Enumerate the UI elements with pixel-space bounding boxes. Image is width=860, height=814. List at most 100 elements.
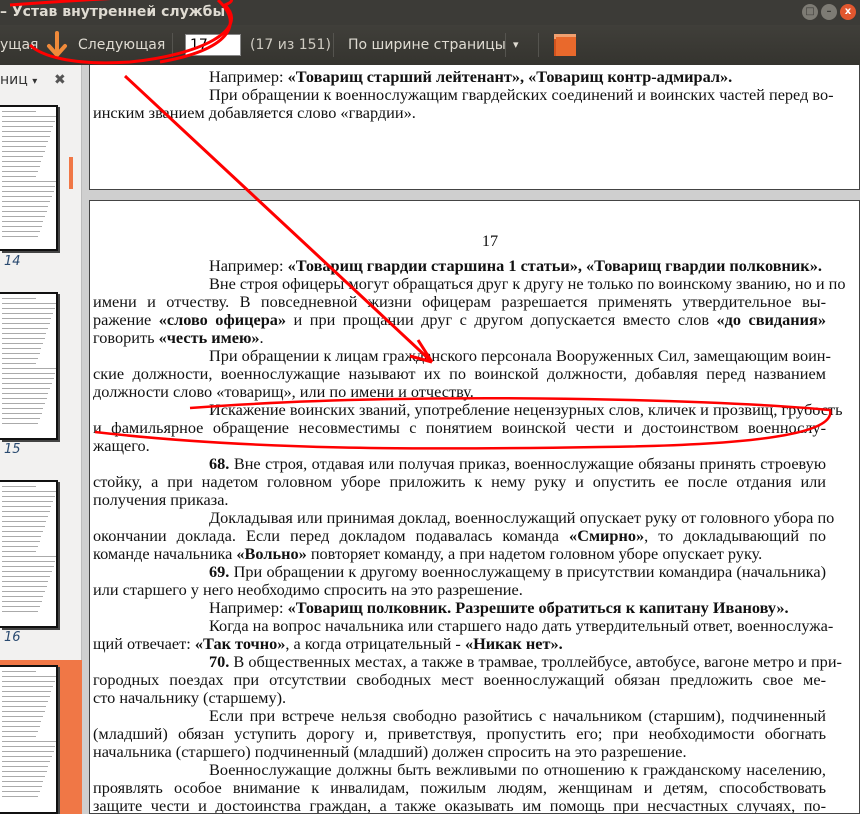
text-segment: Например: [209,67,288,86]
text-segment: и при прощании друг с другом допускается… [286,310,717,329]
page-thumbnail-selected[interactable] [0,665,58,814]
text-segment: Военнослужащие должны быть вежливыми по … [209,760,826,779]
text-line: должности слово «товарищ», или по имени … [93,383,826,401]
text-segment: При обращении к лицам гражданского персо… [209,346,831,365]
minimize-button[interactable]: – [821,4,837,20]
text-segment: В общественных местах, а также в трамвае… [229,652,842,671]
bold-text: «Вольно» [236,544,307,563]
text-line: окончании доклада. Если перед докладом п… [93,527,826,545]
window-title: – Устав внутренней службы [0,4,226,20]
text-line: При обращении к лицам гражданского персо… [209,347,831,365]
bold-text: «Смирно» [569,526,645,545]
text-segment: ражение [93,310,159,329]
separator [505,33,506,57]
arrow-down-icon [47,31,67,59]
text-segment: . [259,328,264,347]
text-segment: стойку, а при надетом головном уборе при… [93,472,826,491]
text-line: жащего. [93,437,826,455]
text-line: говорить «честь имею». [93,329,826,347]
close-sidebar-icon[interactable]: ✖ [54,65,66,95]
text-segment: получения приказа. [93,490,229,509]
text-segment: сто начальнику (старшему). [93,688,287,707]
text-segment: , а когда отрицательный - [285,634,465,653]
text-line: Например: «Товарищ старший лейтенант», «… [209,68,826,86]
text-segment: Вне строя, отдавая или получая приказ, в… [229,454,826,473]
text-line: 69. При обращении к другому военнослужащ… [209,563,826,581]
bold-text: 70. [209,652,230,671]
text-segment: имени и отчеству. В повседневной жизни о… [93,292,826,311]
text-segment: должности слово «товарищ», или по имени … [93,382,474,401]
bold-text: «Товарищ полковник. Разрешите обратиться… [287,598,789,617]
text-segment: Например: [209,598,288,617]
toolbar: ущая Следующая (17 из 151) По ширине стр… [0,25,860,65]
text-line: начальника (старшего) подчиненный (младш… [93,743,826,761]
text-line: команде начальника «Вольно» повторяет ко… [93,545,826,563]
document-view[interactable]: Например: «Товарищ старший лейтенант», «… [83,65,860,814]
text-line: и фамильярное обращение несовместимы с п… [93,419,826,437]
previous-page-button[interactable]: ущая [0,25,38,65]
window-titlebar: – Устав внутренней службы □ – x [0,0,860,25]
bold-text: «слово офицера» [158,310,287,329]
text-segment: При обращении к другому военнослужащему … [229,562,826,581]
text-segment: защите чести и достоинства граждан, а та… [93,796,826,814]
thumbnail-label: 16 [4,630,21,645]
thumbnail-sidebar: ниц ▾ ✖ 14 15 16 [0,65,82,814]
text-segment: Искажение воинских званий, употребление … [209,400,843,419]
text-segment: (младший) обязан уступить дорогу и, прив… [93,724,826,743]
separator [538,33,539,57]
text-line: Если при встрече нельзя свободно разойти… [209,707,826,725]
text-line: или старшего у него необходимо спросить … [93,581,826,599]
text-segment: , то докладывающий по [644,526,826,545]
page-number-input[interactable] [185,34,241,56]
text-segment: жащего. [93,436,150,455]
text-line: Военнослужащие должны быть вежливыми по … [209,761,826,779]
text-line: сто начальнику (старшему). [93,689,826,707]
maximize-button[interactable]: □ [802,4,818,20]
text-segment: Когда на вопрос начальника или старшего … [209,616,834,635]
text-segment: начальника (старшего) подчиненный (младш… [93,742,687,761]
thumbnail-label: 15 [4,442,21,457]
bold-text: «Так точно» [194,634,286,653]
page-thumbnail[interactable] [0,292,58,440]
scrollbar-thumb[interactable] [69,157,73,189]
text-line: Искажение воинских званий, употребление … [209,401,843,419]
text-line: (младший) обязан уступить дорогу и, прив… [93,725,826,743]
chevron-down-icon[interactable]: ▾ [513,25,519,65]
text-segment: Если при встрече нельзя свободно разойти… [209,706,826,725]
text-line: Докладывая или принимая доклад, военносл… [209,509,834,527]
text-line: 68. Вне строя, отдавая или получая прика… [209,455,826,473]
text-line: ражение «слово офицера» и при прощании д… [93,311,826,329]
text-line: ские должности, военнослужащие называют … [93,365,826,383]
bold-text: «до свидания» [716,310,827,329]
next-page-button[interactable]: Следующая [78,25,165,65]
text-segment: щий отвечает: [93,634,195,653]
text-segment: Докладывая или принимая доклад, военносл… [209,508,835,527]
text-segment: Вне строя офицеры могут обращаться друг … [209,274,846,293]
separator [333,33,334,57]
text-segment: При обращении к военнослужащим гвардейск… [209,85,834,104]
sidebar-header: ниц ▾ ✖ [0,65,81,95]
page-thumbnail[interactable] [0,105,58,251]
bold-text: «Товарищ старший лейтенант», «Товарищ ко… [287,67,733,86]
bold-text: 68. [209,454,230,473]
text-segment: повторяет команду, а при надетом головно… [306,544,763,563]
document-page: Например: «Товарищ старший лейтенант», «… [89,65,860,190]
folder-icon[interactable] [552,25,578,65]
text-line: проявлять особое внимание к инвалидам, п… [93,779,826,797]
bold-text: «честь имею» [158,328,260,347]
next-page-button-icon[interactable] [44,25,70,65]
text-segment: или старшего у него необходимо спросить … [93,580,523,599]
text-line: 70. В общественных местах, а также в тра… [209,652,842,671]
zoom-select[interactable]: По ширине страницы [348,25,506,65]
document-page: 17 Например: «Товарищ гвардии старшина 1… [89,200,860,814]
sidebar-mode-select[interactable]: ниц [0,72,28,88]
window-controls: □ – x [802,4,856,20]
close-button[interactable]: x [840,4,856,20]
page-count: (17 из 151) [250,37,331,53]
bold-text: 69. [209,562,230,581]
text-line: щий отвечает: «Так точно», а когда отриц… [93,635,826,653]
text-line: Например: «Товарищ гвардии старшина 1 ст… [209,257,826,275]
text-line: городных поездах при отсутствии свободны… [93,671,826,689]
chevron-down-icon[interactable]: ▾ [32,76,37,87]
page-thumbnail[interactable] [0,480,58,628]
